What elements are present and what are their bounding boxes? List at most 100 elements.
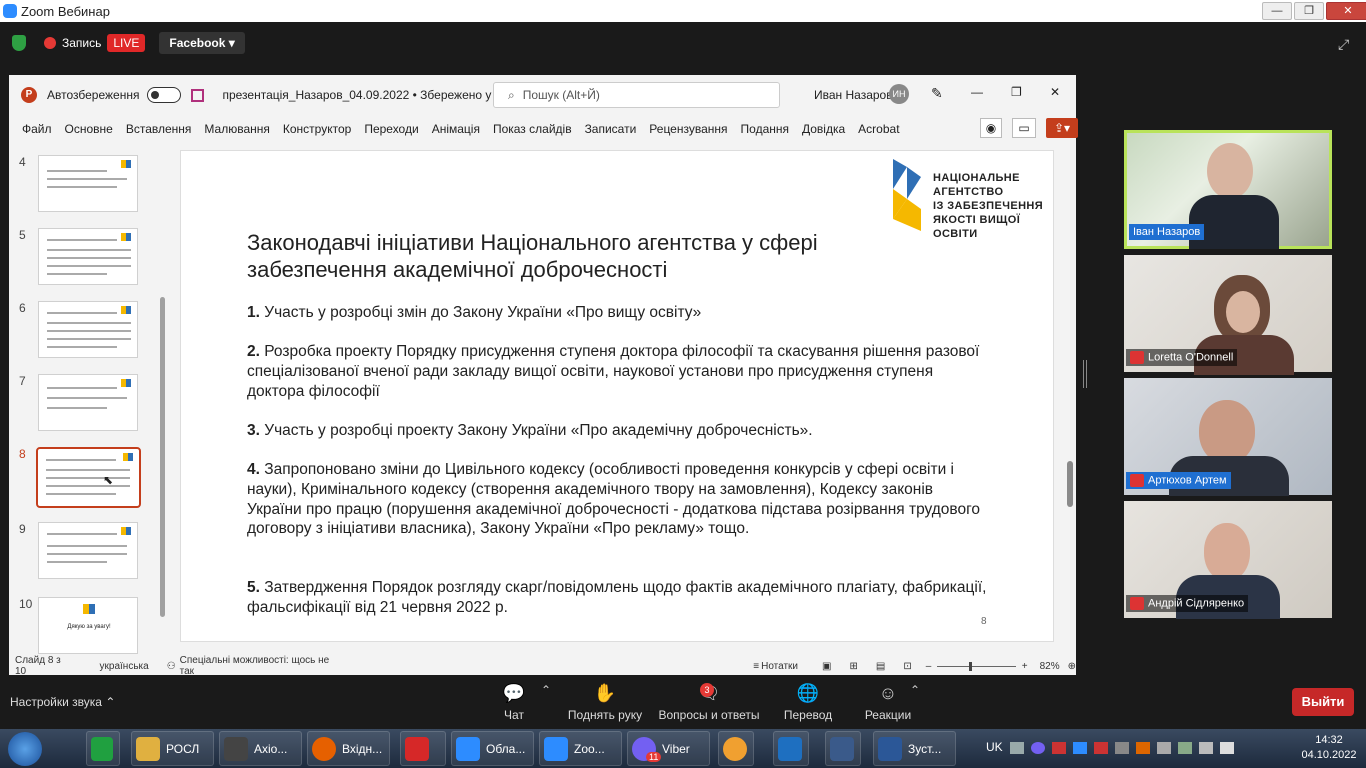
audio-settings-button[interactable]: Настройки звука ⌃ <box>10 695 115 709</box>
powerpoint-logo-icon: P <box>21 87 37 103</box>
powerpoint-window: P Автозбереження презентація_Назаров_04.… <box>9 75 1078 677</box>
app-icon <box>405 736 429 761</box>
slide-thumbnail-selected[interactable] <box>36 447 141 508</box>
restore-button[interactable]: ❐ <box>1294 2 1324 20</box>
participant-video-active[interactable]: Іван Назаров <box>1124 130 1332 249</box>
tab-acrobat[interactable]: Acrobat <box>858 122 899 136</box>
taskbar-word[interactable]: Зуст... <box>873 731 956 766</box>
record-icon <box>44 37 56 49</box>
clock[interactable]: 14:32 04.10.2022 <box>1300 733 1358 763</box>
qa-button[interactable]: 🗨Вопросы и ответы 3 <box>654 683 764 722</box>
mouse-cursor-icon: ⬉ <box>103 473 114 487</box>
save-icon[interactable] <box>191 88 205 102</box>
zoom-slider[interactable] <box>937 661 1016 671</box>
notes-icon[interactable]: ≡ <box>753 661 759 672</box>
chat-button[interactable]: 💬 Чат <box>494 683 534 722</box>
tab-animations[interactable]: Анімація <box>432 122 480 136</box>
record-button[interactable]: ◉ <box>980 118 1002 138</box>
taskbar-app[interactable] <box>825 731 861 766</box>
fit-slide-icon[interactable]: ⊕ <box>1068 661 1076 672</box>
translate-button[interactable]: 🌐 Перевод <box>776 683 840 722</box>
participant-name: Loretta O'Donnell <box>1126 349 1238 366</box>
taskbar-firefox[interactable]: Вхідн... <box>307 731 390 766</box>
slide-thumbnail[interactable] <box>38 374 138 431</box>
shield-icon <box>778 736 802 761</box>
taskbar-app-is[interactable] <box>86 731 120 766</box>
tab-transitions[interactable]: Переходи <box>364 122 418 136</box>
slide-thumbnail[interactable]: Дякую за увагу! <box>38 597 138 654</box>
tab-review[interactable]: Рецензування <box>649 122 727 136</box>
raise-hand-button[interactable]: ✋ Поднять руку <box>562 683 648 722</box>
taskbar-app[interactable] <box>400 731 446 766</box>
is-app-icon <box>91 736 113 761</box>
file-name[interactable]: презентація_Назаров_04.09.2022 • Збереже… <box>222 88 533 102</box>
facebook-button[interactable]: Facebook ▾ <box>159 32 245 54</box>
minimize-button[interactable]: — <box>1262 2 1292 20</box>
zoom-out-icon[interactable]: – <box>926 661 932 672</box>
pen-icon[interactable]: ✎ <box>931 85 943 102</box>
slide-thumbnail[interactable] <box>38 228 138 285</box>
input-language[interactable]: UK <box>986 740 1003 754</box>
comments-button[interactable]: ▭ <box>1012 118 1036 138</box>
language[interactable]: українська <box>100 661 149 672</box>
leave-button[interactable]: Выйти <box>1292 688 1354 716</box>
search-box[interactable]: ⌕ Пошук (Alt+Й) <box>493 82 780 108</box>
share-button[interactable]: ⇪▾ <box>1046 118 1078 138</box>
thumbnail-number: 9 <box>19 522 26 536</box>
slide-sorter-icon[interactable]: ⊞ <box>849 661 857 672</box>
chevron-up-icon[interactable]: ⌃ <box>541 683 551 697</box>
slide-thumbnail[interactable] <box>38 522 138 579</box>
participant-video[interactable]: Андрій Сідляренко <box>1124 501 1332 619</box>
taskbar-viber[interactable]: Viber 11 <box>627 731 710 766</box>
participant-video[interactable]: Loretta O'Donnell <box>1124 255 1332 375</box>
taskbar-security[interactable] <box>773 731 809 766</box>
tab-design[interactable]: Конструктор <box>283 122 351 136</box>
tab-record[interactable]: Записати <box>585 122 637 136</box>
slide-scrollbar[interactable] <box>1066 145 1074 635</box>
notes-button[interactable]: Нотатки <box>761 661 798 672</box>
taskbar-zoom-cloud[interactable]: Обла... <box>451 731 534 766</box>
slide-canvas[interactable]: НАЦІОНАЛЬНЕ АГЕНТСТВО ІЗ ЗАБЕЗПЕЧЕННЯ ЯК… <box>180 150 1054 642</box>
zoom-in-icon[interactable]: + <box>1022 661 1028 672</box>
tab-draw[interactable]: Малювання <box>204 122 269 136</box>
tray-icons[interactable] <box>1010 742 1234 754</box>
zoom-level[interactable]: 82% <box>1040 661 1060 672</box>
panel-resize-handle[interactable] <box>1083 360 1087 388</box>
reactions-button[interactable]: ☺ Реакции <box>858 683 918 722</box>
avatar[interactable]: ИН <box>889 84 909 104</box>
tab-help[interactable]: Довідка <box>802 122 845 136</box>
tab-home[interactable]: Основне <box>65 122 113 136</box>
reading-view-icon[interactable]: ▤ <box>876 661 885 672</box>
slide-thumbnail[interactable] <box>38 301 138 358</box>
close-button[interactable]: ✕ <box>1050 85 1060 99</box>
tab-view[interactable]: Подання <box>741 122 789 136</box>
shield-icon[interactable] <box>12 35 26 51</box>
slideshow-icon[interactable]: ⊡ <box>903 661 911 672</box>
tab-insert[interactable]: Вставлення <box>126 122 192 136</box>
normal-view-icon[interactable]: ▣ <box>822 661 831 672</box>
minimize-button[interactable]: — <box>971 85 983 99</box>
record-label: Запись <box>62 36 102 50</box>
taskbar-zoom[interactable]: Zoo... <box>539 731 622 766</box>
smiley-icon: ☺ <box>878 683 898 703</box>
participant-video[interactable]: Артюхов Артем <box>1124 378 1332 496</box>
restore-button[interactable]: ❐ <box>1011 85 1022 99</box>
close-button[interactable]: ✕ <box>1326 2 1366 20</box>
chevron-up-icon[interactable]: ⌃ <box>910 683 920 697</box>
tab-file[interactable]: Файл <box>22 122 52 136</box>
taskbar-folder[interactable]: РОСЛ <box>131 731 214 766</box>
participant-name: Іван Назаров <box>1129 224 1205 240</box>
autosave-toggle[interactable] <box>147 87 182 103</box>
fullscreen-icon[interactable]: ⤢ <box>1338 36 1349 53</box>
start-button[interactable] <box>8 732 42 766</box>
taskbar-app[interactable] <box>718 731 754 766</box>
taskbar-axio[interactable]: Axio... <box>219 731 302 766</box>
ppt-titlebar: P Автозбереження презентація_Назаров_04.… <box>9 75 1076 115</box>
accessibility-status[interactable]: Спеціальні можливості: щось не так <box>180 655 344 677</box>
accessibility-icon[interactable]: ⚇ <box>167 661 176 672</box>
globe-icon: 🌐 <box>796 683 820 703</box>
slide-thumbnail[interactable] <box>38 155 138 212</box>
tab-slideshow[interactable]: Показ слайдів <box>493 122 572 136</box>
user-name[interactable]: Иван Назаров <box>814 88 893 102</box>
thumbnails-scrollbar[interactable] <box>160 147 166 657</box>
